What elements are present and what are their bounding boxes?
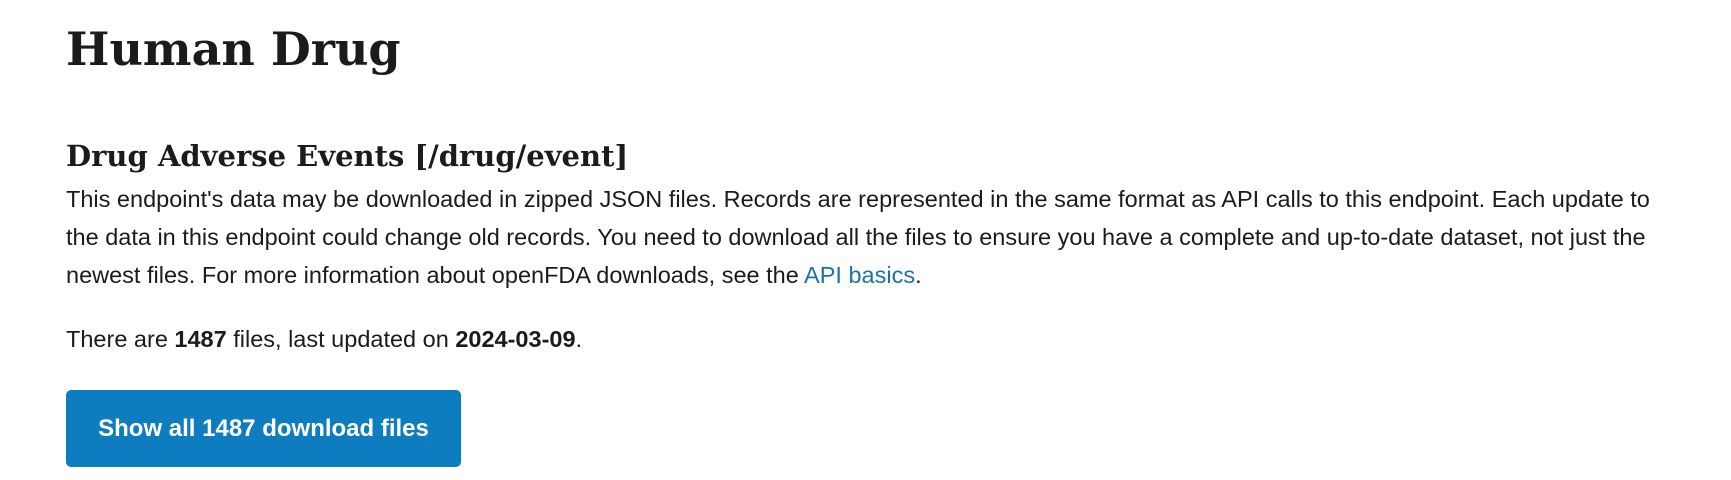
file-info-suffix: . xyxy=(575,326,583,352)
page-title: Human Drug xyxy=(66,22,401,76)
last-updated-date: 2024-03-09 xyxy=(455,326,576,352)
api-basics-link[interactable]: API basics xyxy=(804,262,915,288)
section-title: Drug Adverse Events [/drug/event] xyxy=(66,139,629,173)
description-end: . xyxy=(915,262,922,288)
section-description: This endpoint's data may be downloaded i… xyxy=(66,180,1666,294)
show-download-files-button[interactable]: Show all 1487 download files xyxy=(66,390,461,467)
file-count: 1487 xyxy=(174,326,227,352)
file-info-prefix: There are xyxy=(66,326,175,352)
file-info: There are 1487 files, last updated on 20… xyxy=(66,322,582,356)
file-info-middle: files, last updated on xyxy=(226,326,456,352)
